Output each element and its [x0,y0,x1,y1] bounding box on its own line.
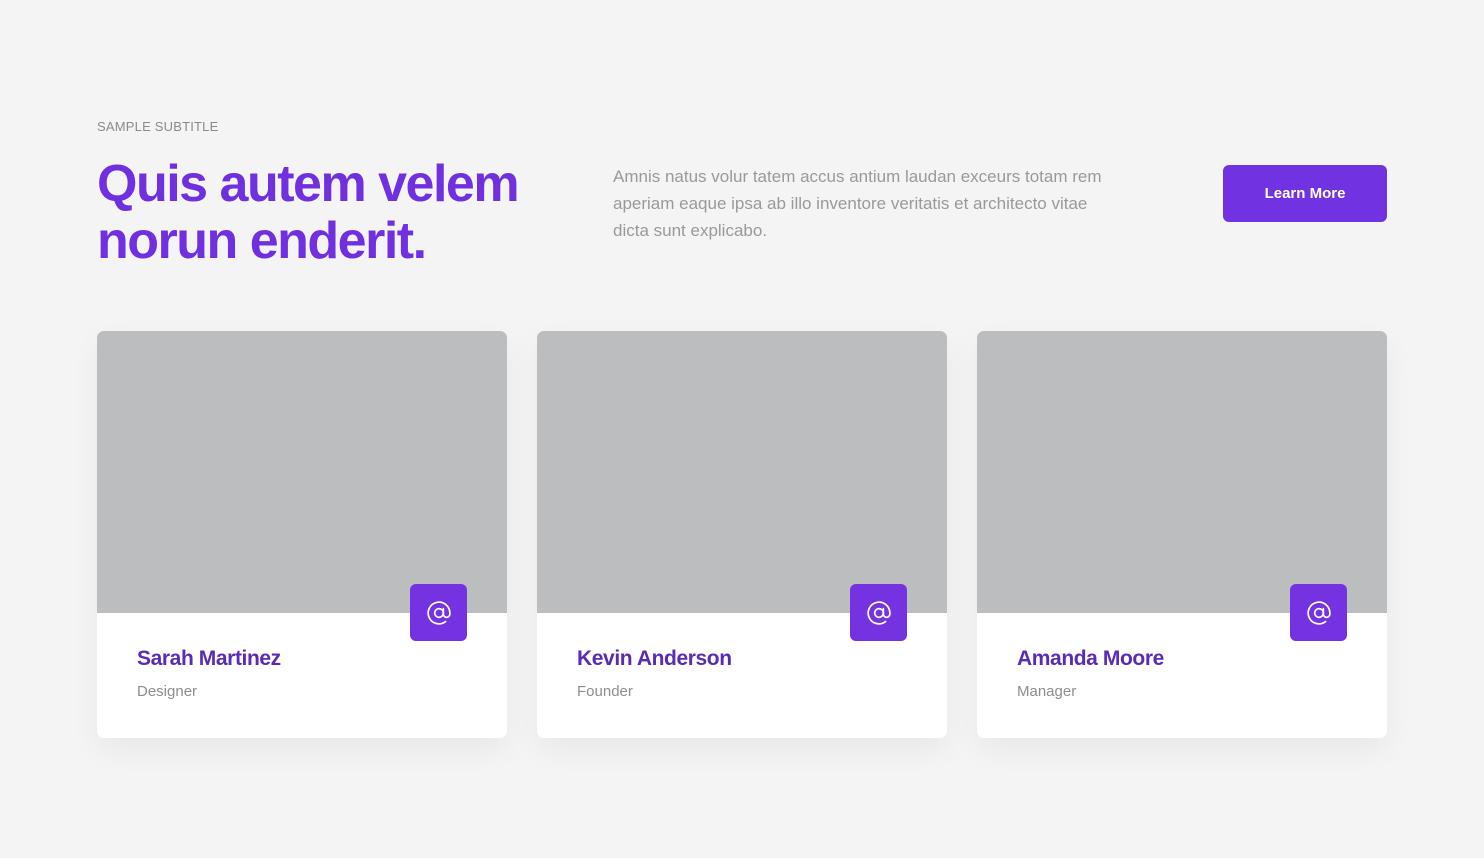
section-subtitle: SAMPLE SUBTITLE [97,119,219,134]
section-description: Amnis natus volur tatem accus antium lau… [613,167,1102,240]
learn-more-button[interactable]: Learn More [1223,165,1387,222]
at-sign-icon [1306,600,1331,625]
team-card-amanda: Amanda Moore Manager [977,331,1387,738]
team-member-role: Designer [137,683,198,700]
team-member-role: Manager [1017,683,1077,700]
team-member-name: Kevin Anderson [577,647,732,670]
team-card-sarah: Sarah Martinez Designer [97,331,507,738]
email-button[interactable] [410,584,467,641]
team-member-photo [977,331,1387,613]
email-button[interactable] [1290,584,1347,641]
team-member-photo [537,331,947,613]
at-sign-icon [866,600,891,625]
team-member-name: Amanda Moore [1017,647,1164,670]
team-member-photo [97,331,507,613]
section-title: Quis autem velem norun enderit. [97,155,520,270]
at-sign-icon [426,600,451,625]
email-button[interactable] [850,584,907,641]
team-cards: Sarah Martinez Designer Kevin Anderson F… [97,331,1387,738]
team-section: SAMPLE SUBTITLE Quis autem velem norun e… [97,0,1387,858]
team-card-kevin: Kevin Anderson Founder [537,331,947,738]
team-member-role: Founder [577,683,633,700]
team-member-name: Sarah Martinez [137,647,281,670]
